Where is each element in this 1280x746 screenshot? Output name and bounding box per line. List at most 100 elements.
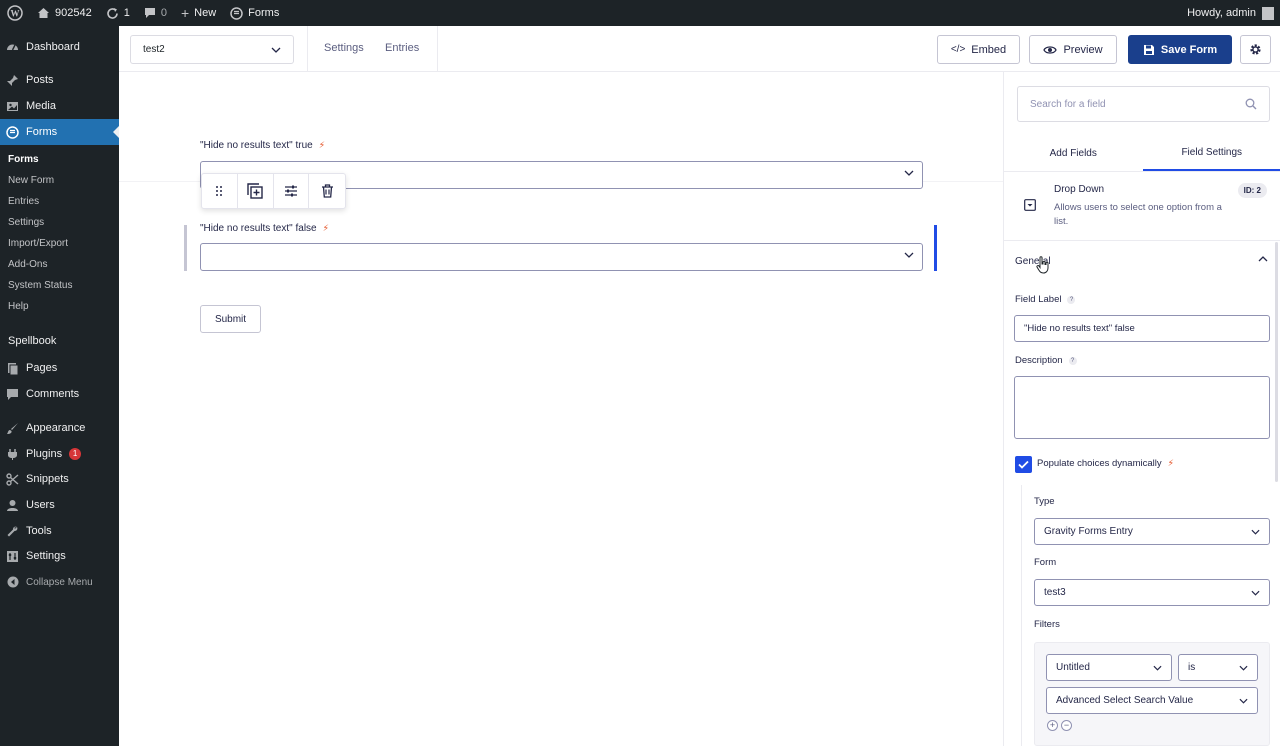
- form-setting-label: Form: [1034, 557, 1057, 568]
- menu-posts[interactable]: Posts: [0, 67, 119, 93]
- field-type-description: Allows users to select one option from a…: [1054, 202, 1222, 227]
- menu-plugins[interactable]: Plugins 1: [0, 441, 119, 467]
- menu-forms[interactable]: Forms: [0, 119, 119, 145]
- form-select[interactable]: test3: [1034, 579, 1270, 606]
- filter-field-select[interactable]: Untitled: [1046, 654, 1172, 681]
- help-icon[interactable]: ?: [1068, 356, 1077, 365]
- settings-link[interactable]: Settings: [324, 42, 364, 54]
- submenu-add-ons[interactable]: Add-Ons: [8, 259, 47, 270]
- chevron-up-icon[interactable]: [1258, 256, 1268, 262]
- submenu-entries[interactable]: Entries: [8, 196, 39, 207]
- tab-field-settings[interactable]: Field Settings: [1142, 136, 1280, 171]
- menu-appearance[interactable]: Appearance: [0, 415, 119, 441]
- menu-settings[interactable]: Settings: [0, 543, 119, 569]
- panel-scrollbar[interactable]: [1275, 242, 1278, 482]
- comment-icon: [144, 8, 155, 18]
- home-icon: [38, 8, 49, 18]
- field-label-2[interactable]: "Hide no results text" false ⚡︎: [200, 223, 329, 234]
- menu-tools[interactable]: Tools: [0, 518, 119, 544]
- submit-button[interactable]: Submit: [200, 305, 261, 333]
- wordpress-logo-icon[interactable]: W: [0, 0, 30, 26]
- submenu-help[interactable]: Help: [8, 301, 29, 312]
- embed-label: Embed: [971, 43, 1007, 56]
- populate-dynamically-checkbox[interactable]: [1015, 456, 1032, 473]
- field-action-toolbar: [201, 173, 346, 209]
- filter-value-select[interactable]: Advanced Select Search Value: [1046, 687, 1258, 714]
- selected-field-indicator-left: [184, 225, 187, 271]
- menu-media[interactable]: Media: [0, 93, 119, 119]
- submenu-system-status[interactable]: System Status: [8, 280, 72, 291]
- avatar: [1262, 6, 1274, 20]
- updates-link[interactable]: 1: [99, 0, 137, 26]
- menu-label: Comments: [26, 388, 80, 400]
- filter-value: Advanced Select Search Value: [1056, 695, 1194, 706]
- form-editor-toolbar: test2 Settings Entries </> Embed Preview…: [119, 26, 1280, 72]
- chevron-down-icon: [271, 47, 281, 53]
- my-account[interactable]: Howdy, admin: [1187, 6, 1280, 20]
- menu-comments[interactable]: Comments: [0, 381, 119, 407]
- field-label-input[interactable]: "Hide no results text" false: [1014, 315, 1270, 342]
- menu-dashboard[interactable]: Dashboard: [0, 34, 119, 60]
- populate-dynamically-label[interactable]: Populate choices dynamically ⚡︎: [1037, 458, 1174, 469]
- editor-settings-button[interactable]: [1240, 35, 1271, 64]
- menu-snippets[interactable]: Snippets: [0, 466, 119, 492]
- collapse-icon: [6, 576, 19, 589]
- form-canvas: "Hide no results text" true ⚡︎ "Hide no …: [119, 72, 1003, 746]
- new-label: New: [194, 7, 217, 19]
- setting-label-text: Populate choices dynamically: [1037, 458, 1162, 469]
- field-search-input[interactable]: Search for a field: [1017, 86, 1270, 122]
- divider: [437, 26, 438, 72]
- menu-label: Snippets: [26, 473, 69, 485]
- collapse-menu-button[interactable]: Collapse Menu: [0, 569, 119, 595]
- check-icon: [1018, 460, 1029, 469]
- field-type-name: Drop Down: [1054, 184, 1105, 195]
- menu-users[interactable]: Users: [0, 492, 119, 518]
- description-textarea[interactable]: [1014, 376, 1270, 439]
- form-name: test2: [143, 44, 165, 55]
- menu-pages[interactable]: Pages: [0, 355, 119, 381]
- form-switcher-select[interactable]: test2: [130, 35, 294, 64]
- field-label-1[interactable]: "Hide no results text" true ⚡︎: [200, 140, 325, 151]
- field-label-text: "Hide no results text" false: [200, 223, 317, 234]
- submenu-import-export[interactable]: Import/Export: [8, 238, 68, 249]
- gear-icon: [1250, 44, 1261, 55]
- save-form-button[interactable]: Save Form: [1128, 35, 1232, 64]
- remove-filter-button[interactable]: −: [1061, 720, 1072, 731]
- media-icon: [6, 100, 19, 113]
- help-icon[interactable]: ?: [1067, 295, 1076, 304]
- comments-link[interactable]: 0: [137, 0, 174, 26]
- forms-icon: [230, 6, 243, 20]
- howdy-text: Howdy, admin: [1187, 7, 1256, 19]
- filter-operator-select[interactable]: is: [1178, 654, 1258, 681]
- embed-button[interactable]: </> Embed: [937, 35, 1020, 64]
- hand-cursor-icon: [1036, 256, 1049, 274]
- menu-label: Plugins: [26, 448, 63, 460]
- settings-icon: [6, 550, 19, 563]
- plus-icon: +: [180, 5, 190, 21]
- comments-count: 0: [160, 7, 167, 19]
- pin-icon: [6, 74, 19, 87]
- plugins-update-badge: 1: [69, 448, 82, 460]
- comment-icon: [6, 388, 19, 401]
- submenu-new-form[interactable]: New Form: [8, 175, 54, 186]
- submenu-settings[interactable]: Settings: [8, 217, 44, 228]
- menu-label: Forms: [26, 126, 58, 138]
- dropdown-field-2[interactable]: [200, 243, 923, 271]
- type-select[interactable]: Gravity Forms Entry: [1034, 518, 1270, 545]
- entries-link[interactable]: Entries: [385, 42, 419, 54]
- preview-button[interactable]: Preview: [1029, 35, 1117, 64]
- chevron-down-icon: [1153, 665, 1162, 671]
- delete-field-button[interactable]: [309, 174, 345, 208]
- submenu-forms[interactable]: Forms: [8, 154, 39, 165]
- add-filter-button[interactable]: +: [1047, 720, 1058, 731]
- sliders-icon: [284, 185, 297, 197]
- tab-add-fields[interactable]: Add Fields: [1004, 136, 1143, 171]
- duplicate-field-button[interactable]: [238, 174, 274, 208]
- menu-spellbook[interactable]: Spellbook: [0, 328, 119, 354]
- site-name-link[interactable]: 902542: [30, 0, 99, 26]
- drag-handle-button[interactable]: [202, 174, 238, 208]
- field-settings-button[interactable]: [274, 174, 310, 208]
- new-content-link[interactable]: + New: [174, 0, 223, 26]
- forms-admin-link[interactable]: Forms: [223, 0, 286, 26]
- menu-label: Settings: [26, 550, 66, 562]
